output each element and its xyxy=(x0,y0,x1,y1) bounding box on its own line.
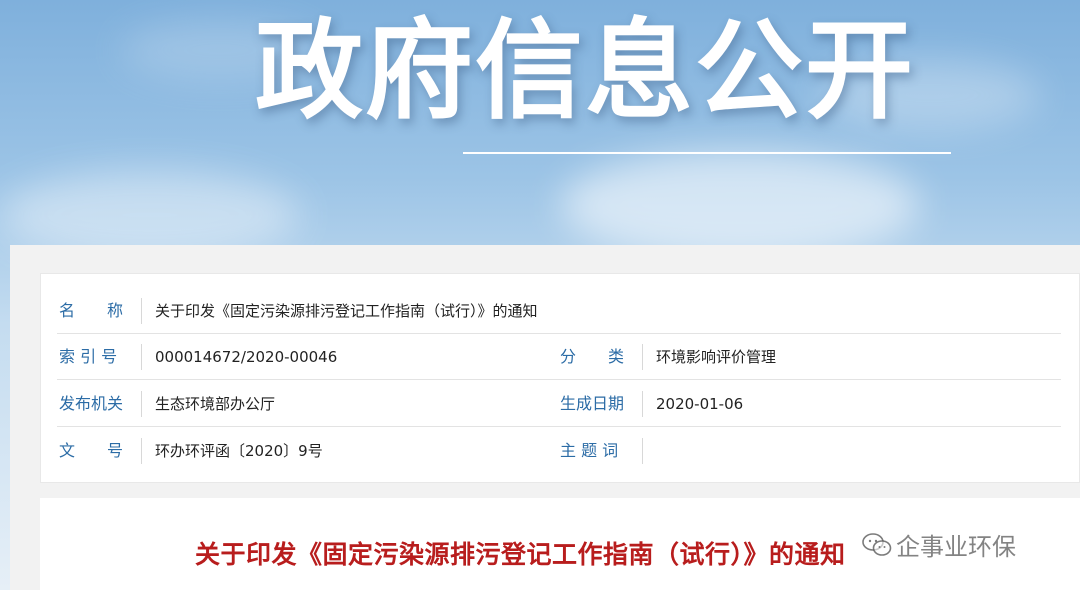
wechat-icon xyxy=(862,532,892,556)
index-label: 索 引 号 xyxy=(59,347,118,366)
cloud-decoration xyxy=(560,150,920,260)
date-value: 2020-01-06 xyxy=(656,395,744,413)
info-table: 名 称 关于印发《固定污染源排污登记工作指南（试行）》的通知 索 引 号 000… xyxy=(40,273,1080,483)
column-divider xyxy=(642,438,643,464)
docno-label: 文 号 xyxy=(59,441,124,460)
info-row-publisher: 发布机关 生态环境部办公厅 生成日期 2020-01-06 xyxy=(57,381,1061,427)
column-divider xyxy=(141,298,142,324)
column-divider xyxy=(642,344,643,370)
category-label: 分 类 xyxy=(560,347,625,366)
watermark: 企事业环保 xyxy=(862,527,1016,562)
publisher-label: 发布机关 xyxy=(59,394,124,413)
name-label: 名 称 xyxy=(59,301,124,320)
info-row-index: 索 引 号 000014672/2020-00046 分 类 环境影响评价管理 xyxy=(57,334,1061,380)
index-value: 000014672/2020-00046 xyxy=(155,348,338,366)
publisher-value: 生态环境部办公厅 xyxy=(155,395,276,413)
info-row-name: 名 称 关于印发《固定污染源排污登记工作指南（试行）》的通知 xyxy=(57,288,1061,334)
column-divider xyxy=(141,344,142,370)
name-value: 关于印发《固定污染源排污登记工作指南（试行）》的通知 xyxy=(155,302,538,320)
column-divider xyxy=(141,391,142,417)
docno-value: 环办环评函〔2020〕9号 xyxy=(155,442,323,460)
info-row-docno: 文 号 环办环评函〔2020〕9号 主 题 词 xyxy=(57,428,1061,474)
keywords-label: 主 题 词 xyxy=(560,441,619,460)
date-label: 生成日期 xyxy=(560,394,625,413)
column-divider xyxy=(141,438,142,464)
banner-title: 政府信息公开 xyxy=(255,9,916,134)
watermark-text: 企事业环保 xyxy=(896,533,1016,561)
document-title: 关于印发《固定污染源排污登记工作指南（试行）》的通知 xyxy=(195,540,846,569)
banner-divider xyxy=(463,152,951,154)
column-divider xyxy=(642,391,643,417)
category-value: 环境影响评价管理 xyxy=(656,348,777,366)
